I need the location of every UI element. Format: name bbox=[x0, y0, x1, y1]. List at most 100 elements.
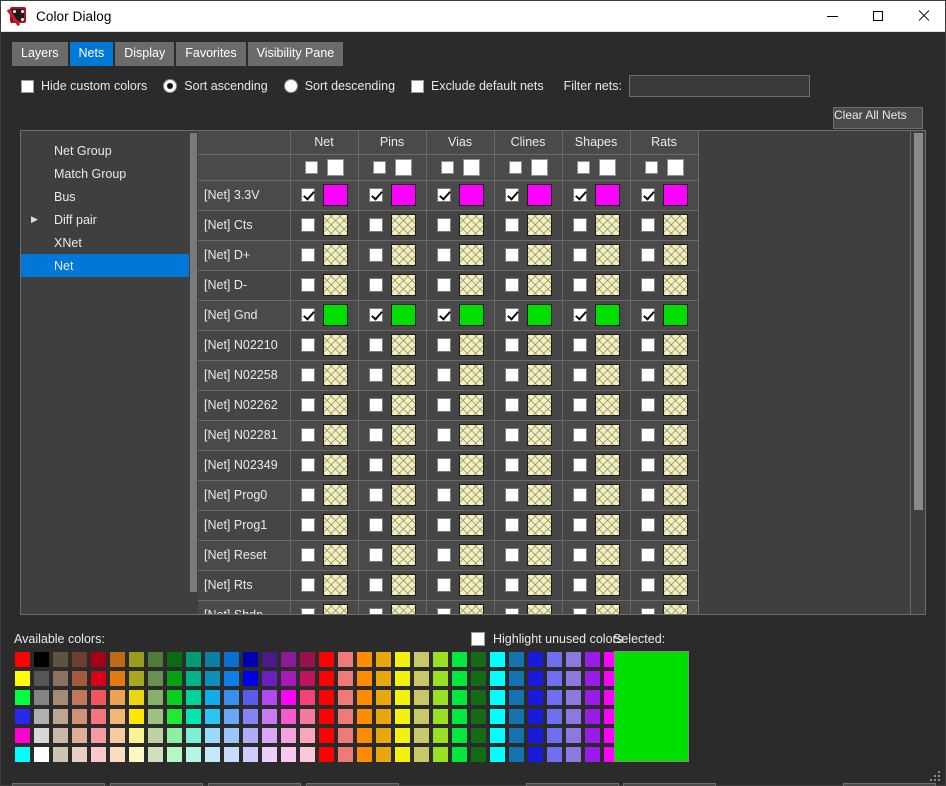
palette-color-2-21[interactable] bbox=[412, 688, 431, 707]
palette-color-0-24[interactable] bbox=[469, 650, 488, 669]
palette-color-1-2[interactable] bbox=[51, 669, 70, 688]
palette-color-4-1[interactable] bbox=[32, 726, 51, 745]
color-swatch-pins[interactable] bbox=[390, 394, 416, 416]
table-row[interactable]: [Net] N02210 bbox=[198, 330, 699, 361]
visibility-checkbox-rats[interactable] bbox=[640, 278, 655, 292]
visibility-checkbox-clines[interactable] bbox=[504, 248, 519, 262]
palette-color-4-14[interactable] bbox=[279, 726, 298, 745]
visibility-checkbox-pins[interactable] bbox=[368, 488, 383, 502]
visibility-checkbox-clines[interactable] bbox=[504, 548, 519, 562]
visibility-checkbox-vias[interactable] bbox=[436, 578, 451, 592]
palette-color-5-26[interactable] bbox=[507, 745, 526, 764]
palette-color-4-25[interactable] bbox=[488, 726, 507, 745]
palette-color-1-14[interactable] bbox=[279, 669, 298, 688]
visibility-checkbox-pins[interactable] bbox=[368, 248, 383, 262]
visibility-checkbox-rats[interactable] bbox=[640, 578, 655, 592]
visibility-checkbox-pins[interactable] bbox=[368, 608, 383, 614]
column-header-pins[interactable]: Pins bbox=[358, 131, 427, 155]
palette-color-0-30[interactable] bbox=[583, 650, 602, 669]
color-swatch-shapes[interactable] bbox=[594, 514, 620, 536]
palette-color-2-15[interactable] bbox=[298, 688, 317, 707]
net-name-cell[interactable]: [Net] Prog0 bbox=[198, 480, 291, 511]
visibility-checkbox-vias[interactable] bbox=[436, 428, 451, 442]
visibility-checkbox-clines[interactable] bbox=[504, 278, 519, 292]
net-name-cell[interactable]: [Net] Shdn bbox=[198, 600, 291, 614]
palette-color-5-11[interactable] bbox=[222, 745, 241, 764]
palette-color-0-26[interactable] bbox=[507, 650, 526, 669]
palette-color-2-1[interactable] bbox=[32, 688, 51, 707]
palette-color-3-16[interactable] bbox=[317, 707, 336, 726]
palette-color-5-15[interactable] bbox=[298, 745, 317, 764]
palette-color-3-5[interactable] bbox=[108, 707, 127, 726]
visibility-checkbox-net[interactable] bbox=[300, 218, 315, 232]
visibility-checkbox-shapes[interactable] bbox=[572, 338, 587, 352]
palette-color-0-25[interactable] bbox=[488, 650, 507, 669]
color-swatch-shapes[interactable] bbox=[594, 364, 620, 386]
palette-color-1-15[interactable] bbox=[298, 669, 317, 688]
tree-item-match-group[interactable]: Match Group bbox=[21, 162, 198, 185]
table-row[interactable]: [Net] N02349 bbox=[198, 450, 699, 481]
palette-color-3-21[interactable] bbox=[412, 707, 431, 726]
palette-color-0-6[interactable] bbox=[127, 650, 146, 669]
visibility-checkbox-vias[interactable] bbox=[436, 278, 451, 292]
palette-color-3-30[interactable] bbox=[583, 707, 602, 726]
palette-color-3-11[interactable] bbox=[222, 707, 241, 726]
palette-color-3-1[interactable] bbox=[32, 707, 51, 726]
visibility-checkbox-net[interactable] bbox=[300, 548, 315, 562]
color-swatch-vias[interactable] bbox=[458, 364, 484, 386]
palette-color-2-29[interactable] bbox=[564, 688, 583, 707]
visibility-checkbox-shapes[interactable] bbox=[572, 248, 587, 262]
visibility-checkbox-vias[interactable] bbox=[436, 458, 451, 472]
color-swatch-rats[interactable] bbox=[662, 454, 688, 476]
palette-color-2-26[interactable] bbox=[507, 688, 526, 707]
color-swatch-net[interactable] bbox=[322, 274, 348, 296]
color-swatch-clines[interactable] bbox=[526, 484, 552, 506]
tab-display[interactable]: Display bbox=[115, 42, 175, 66]
palette-color-0-22[interactable] bbox=[431, 650, 450, 669]
palette-color-4-17[interactable] bbox=[336, 726, 355, 745]
palette-color-4-0[interactable] bbox=[13, 726, 32, 745]
color-swatch-vias[interactable] bbox=[458, 574, 484, 596]
palette-color-5-13[interactable] bbox=[260, 745, 279, 764]
palette-color-0-23[interactable] bbox=[450, 650, 469, 669]
palette-color-2-27[interactable] bbox=[526, 688, 545, 707]
palette-color-2-20[interactable] bbox=[393, 688, 412, 707]
visibility-checkbox-pins[interactable] bbox=[368, 458, 383, 472]
color-swatch-rats[interactable] bbox=[662, 274, 688, 296]
color-swatch-net[interactable] bbox=[322, 574, 348, 596]
color-swatch-vias[interactable] bbox=[458, 514, 484, 536]
visibility-checkbox-clines[interactable] bbox=[504, 398, 519, 412]
visibility-checkbox-shapes[interactable] bbox=[572, 188, 587, 202]
color-swatch-clines[interactable] bbox=[526, 454, 552, 476]
palette-color-5-27[interactable] bbox=[526, 745, 545, 764]
visibility-checkbox-rats[interactable] bbox=[640, 548, 655, 562]
visibility-checkbox-shapes[interactable] bbox=[572, 428, 587, 442]
palette-color-1-27[interactable] bbox=[526, 669, 545, 688]
palette-color-3-22[interactable] bbox=[431, 707, 450, 726]
visibility-checkbox-net[interactable] bbox=[300, 338, 315, 352]
palette-color-5-1[interactable] bbox=[32, 745, 51, 764]
visibility-checkbox-rats[interactable] bbox=[640, 188, 655, 202]
palette-color-0-20[interactable] bbox=[393, 650, 412, 669]
visibility-checkbox-clines[interactable] bbox=[504, 578, 519, 592]
palette-color-1-26[interactable] bbox=[507, 669, 526, 688]
column-header-vias[interactable]: Vias bbox=[426, 131, 495, 155]
palette-color-3-6[interactable] bbox=[127, 707, 146, 726]
palette-color-5-30[interactable] bbox=[583, 745, 602, 764]
palette-color-2-12[interactable] bbox=[241, 688, 260, 707]
color-swatch-clines[interactable] bbox=[526, 334, 552, 356]
color-swatch-shapes[interactable] bbox=[594, 544, 620, 566]
visibility-checkbox-vias[interactable] bbox=[436, 518, 451, 532]
palette-color-2-16[interactable] bbox=[317, 688, 336, 707]
palette-color-1-21[interactable] bbox=[412, 669, 431, 688]
palette-color-4-18[interactable] bbox=[355, 726, 374, 745]
palette-color-3-4[interactable] bbox=[89, 707, 108, 726]
color-swatch-rats[interactable] bbox=[662, 514, 688, 536]
palette-color-1-17[interactable] bbox=[336, 669, 355, 688]
palette-color-5-9[interactable] bbox=[184, 745, 203, 764]
visibility-checkbox-rats[interactable] bbox=[640, 248, 655, 262]
visibility-checkbox-rats[interactable] bbox=[640, 398, 655, 412]
header-visibility-checkbox-pins[interactable] bbox=[372, 160, 386, 174]
palette-color-5-29[interactable] bbox=[564, 745, 583, 764]
palette-color-0-21[interactable] bbox=[412, 650, 431, 669]
